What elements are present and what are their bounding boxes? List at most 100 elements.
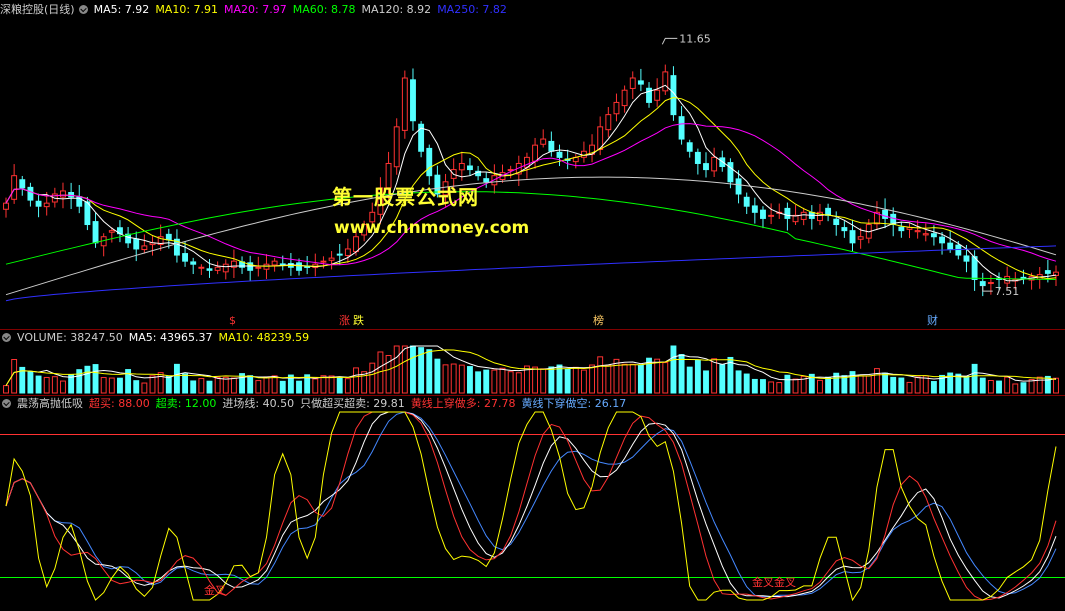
settings-circle-icon[interactable] <box>78 5 88 14</box>
candle-body <box>426 147 433 177</box>
volume-bar <box>906 381 913 394</box>
candle-body <box>60 190 66 198</box>
ma20-label: MA20: 7.97 <box>224 3 287 16</box>
volume-bar <box>230 377 237 394</box>
candle-body <box>19 179 26 189</box>
volume-bar <box>719 364 726 394</box>
main-header: 深粮控股(日线) MA5: 7.92 MA10: 7.91 MA20: 7.97 MA6… <box>0 2 513 18</box>
volume-bar <box>60 380 66 394</box>
event-marker-up[interactable]: 涨 <box>338 314 351 328</box>
candle-body <box>133 238 140 250</box>
watermark-title: 第一股票公式网 <box>332 185 479 209</box>
golden-cross-signal-2: 金叉金叉 <box>752 575 796 589</box>
candle-body <box>320 260 327 263</box>
obos-only-label: 只做超买超卖: 29.81 <box>300 397 405 410</box>
volume-bar <box>353 367 359 394</box>
candle-body <box>222 263 229 273</box>
volume-bar <box>133 380 140 394</box>
candle-body <box>727 162 734 183</box>
volume-bar <box>670 345 677 394</box>
volume-bar <box>434 358 441 394</box>
event-marker-down[interactable]: 跌 <box>352 314 365 328</box>
candle-body <box>800 211 807 220</box>
volume-bar <box>92 364 99 394</box>
indicator-white-line <box>5 411 1057 599</box>
volume-bar <box>914 376 921 394</box>
volume-bar <box>393 345 400 394</box>
candle-body <box>410 79 416 122</box>
volume-bar <box>963 375 970 394</box>
stock-title[interactable]: 深粮控股(日线) <box>0 3 75 16</box>
volume-bar <box>580 369 587 394</box>
candle-body <box>930 233 937 238</box>
indicator-settings-icon[interactable] <box>2 399 11 408</box>
candle-body <box>914 230 921 233</box>
volume-bar <box>141 382 148 394</box>
volume-bar <box>849 371 856 394</box>
volume-bar <box>865 375 872 394</box>
volume-bar <box>410 345 416 394</box>
volume-bar <box>1012 383 1019 394</box>
candle-body <box>35 200 42 207</box>
volume-bar <box>711 358 718 394</box>
volume-header: VOLUME: 38247.50 MA5: 43965.37 MA10: 48239… <box>0 330 315 346</box>
volume-bar <box>206 380 213 394</box>
event-marker-list[interactable]: 榜 <box>592 314 605 328</box>
volume-bar <box>426 349 433 394</box>
volume-bar <box>198 378 205 394</box>
candle-body <box>393 126 400 168</box>
ma60-line <box>5 191 1057 280</box>
candle-body <box>768 214 775 217</box>
volume-bar <box>157 372 164 394</box>
volume-settings-icon[interactable] <box>2 333 11 342</box>
candle-body <box>279 263 286 266</box>
volume-bar <box>890 376 897 394</box>
volume-bar <box>255 380 262 394</box>
volume-bar <box>369 362 376 394</box>
candle-body <box>1020 276 1027 279</box>
candle-body <box>694 151 701 164</box>
volume-bar <box>1028 379 1035 394</box>
volume-bar <box>817 379 823 394</box>
volume-bar <box>735 370 742 394</box>
volume-bar <box>173 363 180 394</box>
candle-body <box>613 101 620 115</box>
volume-bar <box>190 380 197 394</box>
indicator-title[interactable]: 震荡高抛低吸 <box>17 397 83 410</box>
volume-bar <box>214 376 221 394</box>
overbought-label: 超买: 88.00 <box>89 397 150 410</box>
volume-bar <box>629 363 636 394</box>
volume-bar <box>776 382 783 394</box>
candle-body <box>841 227 848 232</box>
candle-body <box>458 162 465 171</box>
volume-bar <box>336 376 343 394</box>
volume-bar <box>597 356 604 394</box>
candle-body <box>637 80 644 85</box>
event-marker-finance[interactable]: 财 <box>926 314 939 328</box>
volume-bar <box>930 381 937 394</box>
candle-body <box>1044 270 1051 274</box>
candle-body <box>483 178 490 183</box>
volume-bar <box>11 359 18 394</box>
candle-body <box>108 230 115 233</box>
volume-bar <box>532 366 539 394</box>
event-marker-dollar[interactable]: $ <box>228 314 237 328</box>
candle-body <box>678 116 685 140</box>
volume-bar <box>320 375 327 394</box>
volume-bar <box>450 363 457 394</box>
high-pointer <box>661 37 678 45</box>
yellow-cross-up-label: 黄线上穿做多: 27.78 <box>410 397 516 410</box>
candle-body <box>540 138 547 145</box>
ma120-label: MA120: 8.92 <box>361 3 432 16</box>
candle-body <box>328 257 335 261</box>
candle-body <box>833 218 840 226</box>
volume-bar <box>564 368 571 394</box>
candle-body <box>214 266 221 271</box>
watermark-url: www.chnmoney.com <box>334 218 530 238</box>
volume-bar <box>35 375 42 394</box>
volume-bar <box>499 367 506 394</box>
volume-bar <box>996 380 1002 394</box>
golden-cross-signal-1: 金叉 <box>204 583 226 597</box>
volume-bar <box>515 372 522 394</box>
low-price-label: 7.51 <box>995 285 1020 298</box>
